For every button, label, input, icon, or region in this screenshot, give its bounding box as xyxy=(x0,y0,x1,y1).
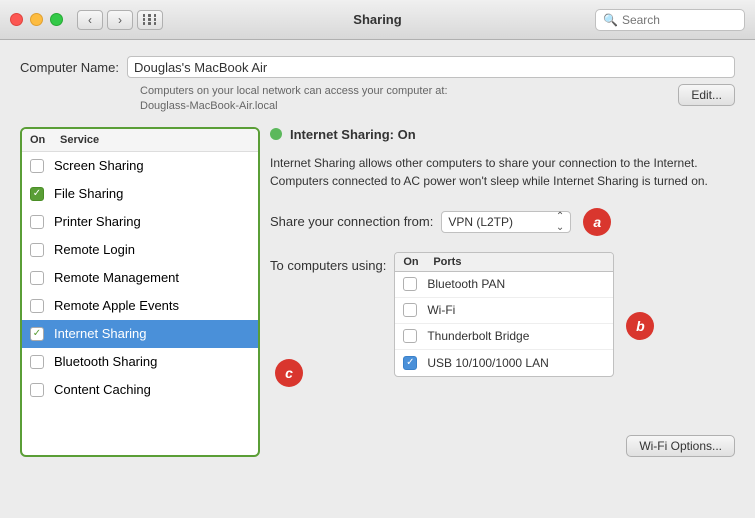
list-item[interactable]: Bluetooth Sharing xyxy=(22,348,258,376)
port-checkbox-wifi[interactable] xyxy=(403,303,417,317)
share-from-select[interactable]: VPN (L2TP) ⌃⌄ xyxy=(441,211,571,233)
services-col-on: On xyxy=(30,134,60,146)
service-checkbox-internet-sharing[interactable]: ✓ xyxy=(30,327,44,341)
share-from-value: VPN (L2TP) xyxy=(448,215,513,229)
list-item[interactable]: Remote Apple Events xyxy=(22,292,258,320)
computer-name-row: Computer Name: xyxy=(20,56,735,78)
service-checkbox-bluetooth-sharing[interactable] xyxy=(30,355,44,369)
annotation-a: a xyxy=(583,208,611,236)
wifi-options-row: Wi-Fi Options... xyxy=(270,427,735,457)
computer-name-desc: Computers on your local network can acce… xyxy=(140,84,666,115)
grid-button[interactable] xyxy=(137,10,163,30)
maximize-button[interactable] xyxy=(50,13,63,26)
computer-name-label: Computer Name: xyxy=(20,60,119,75)
service-name-remote-management: Remote Management xyxy=(54,270,179,285)
list-item[interactable]: Printer Sharing xyxy=(22,208,258,236)
status-row: Internet Sharing: On xyxy=(270,127,735,142)
checkmark-icon: ✓ xyxy=(406,358,414,368)
service-checkbox-remote-mgmt[interactable] xyxy=(30,271,44,285)
service-checkbox-screen-sharing[interactable] xyxy=(30,159,44,173)
status-title: Internet Sharing: On xyxy=(290,127,416,142)
checkmark-icon: ✓ xyxy=(33,189,41,199)
checkmark-icon: ✓ xyxy=(33,329,41,339)
search-input[interactable] xyxy=(622,13,737,27)
list-item[interactable]: ✓ Internet Sharing xyxy=(22,320,258,348)
port-checkbox-usb-lan[interactable]: ✓ xyxy=(403,356,417,370)
services-list: On Service Screen Sharing ✓ File Sharing xyxy=(20,127,260,457)
right-panel: Internet Sharing: On Internet Sharing al… xyxy=(270,127,735,457)
service-checkbox-content-caching[interactable] xyxy=(30,383,44,397)
computer-name-input[interactable] xyxy=(127,56,735,78)
service-name-remote-login: Remote Login xyxy=(54,242,135,257)
nav-buttons: ‹ › xyxy=(77,10,133,30)
edit-button[interactable]: Edit... xyxy=(678,84,735,106)
port-name-bluetooth-pan: Bluetooth PAN xyxy=(427,277,505,291)
service-checkbox-remote-apple-events[interactable] xyxy=(30,299,44,313)
port-name-usb-lan: USB 10/100/1000 LAN xyxy=(427,356,548,370)
main-content: Computer Name: Computers on your local n… xyxy=(0,40,755,467)
to-computers-row: To computers using: On Ports Bluetooth P… xyxy=(270,252,735,377)
service-checkbox-file-sharing[interactable]: ✓ xyxy=(30,187,44,201)
list-item[interactable]: Content Caching xyxy=(22,376,258,404)
service-name-bluetooth-sharing: Bluetooth Sharing xyxy=(54,354,157,369)
table-row[interactable]: Wi-Fi xyxy=(395,298,613,324)
window-title: Sharing xyxy=(353,12,401,27)
table-row[interactable]: ✓ USB 10/100/1000 LAN xyxy=(395,350,613,376)
table-row[interactable]: Thunderbolt Bridge xyxy=(395,324,613,350)
service-name-printer-sharing: Printer Sharing xyxy=(54,214,141,229)
computer-name-subrow: Computers on your local network can acce… xyxy=(20,84,735,115)
annotation-c: c xyxy=(275,359,303,387)
minimize-button[interactable] xyxy=(30,13,43,26)
services-header: On Service xyxy=(22,129,258,152)
share-from-label: Share your connection from: xyxy=(270,214,433,229)
forward-button[interactable]: › xyxy=(107,10,133,30)
service-name-file-sharing: File Sharing xyxy=(54,186,123,201)
service-name-content-caching: Content Caching xyxy=(54,382,151,397)
main-panel: On Service Screen Sharing ✓ File Sharing xyxy=(20,127,735,457)
list-item[interactable]: Remote Management xyxy=(22,264,258,292)
port-name-thunderbolt-bridge: Thunderbolt Bridge xyxy=(427,329,529,343)
grid-icon xyxy=(143,14,158,25)
status-description: Internet Sharing allows other computers … xyxy=(270,154,735,190)
table-row[interactable]: Bluetooth PAN xyxy=(395,272,613,298)
service-checkbox-remote-login[interactable] xyxy=(30,243,44,257)
back-button[interactable]: ‹ xyxy=(77,10,103,30)
list-item[interactable]: Screen Sharing xyxy=(22,152,258,180)
annotation-b: b xyxy=(626,312,654,340)
services-items: Screen Sharing ✓ File Sharing Printer Sh… xyxy=(22,152,258,455)
close-button[interactable] xyxy=(10,13,23,26)
ports-table-header: On Ports xyxy=(395,253,613,272)
status-dot-icon xyxy=(270,128,282,140)
port-checkbox-thunderbolt[interactable] xyxy=(403,329,417,343)
traffic-lights xyxy=(10,13,63,26)
port-checkbox-bluetooth-pan[interactable] xyxy=(403,277,417,291)
search-icon: 🔍 xyxy=(603,13,618,27)
ports-col-ports: Ports xyxy=(433,256,461,268)
search-box[interactable]: 🔍 xyxy=(595,9,745,31)
wifi-options-button[interactable]: Wi-Fi Options... xyxy=(626,435,735,457)
chevron-down-icon: ⌃⌄ xyxy=(556,211,564,233)
service-checkbox-printer-sharing[interactable] xyxy=(30,215,44,229)
service-name-internet-sharing: Internet Sharing xyxy=(54,326,147,341)
titlebar: ‹ › Sharing 🔍 xyxy=(0,0,755,40)
service-name-screen-sharing: Screen Sharing xyxy=(54,158,144,173)
service-name-remote-apple-events: Remote Apple Events xyxy=(54,298,179,313)
list-item[interactable]: Remote Login xyxy=(22,236,258,264)
share-from-row: Share your connection from: VPN (L2TP) ⌃… xyxy=(270,208,735,236)
port-name-wifi: Wi-Fi xyxy=(427,303,455,317)
to-computers-label: To computers using: xyxy=(270,258,386,273)
ports-col-on: On xyxy=(403,256,433,268)
services-col-service: Service xyxy=(60,134,99,146)
list-item[interactable]: ✓ File Sharing xyxy=(22,180,258,208)
ports-table: On Ports Bluetooth PAN Wi-Fi xyxy=(394,252,614,377)
